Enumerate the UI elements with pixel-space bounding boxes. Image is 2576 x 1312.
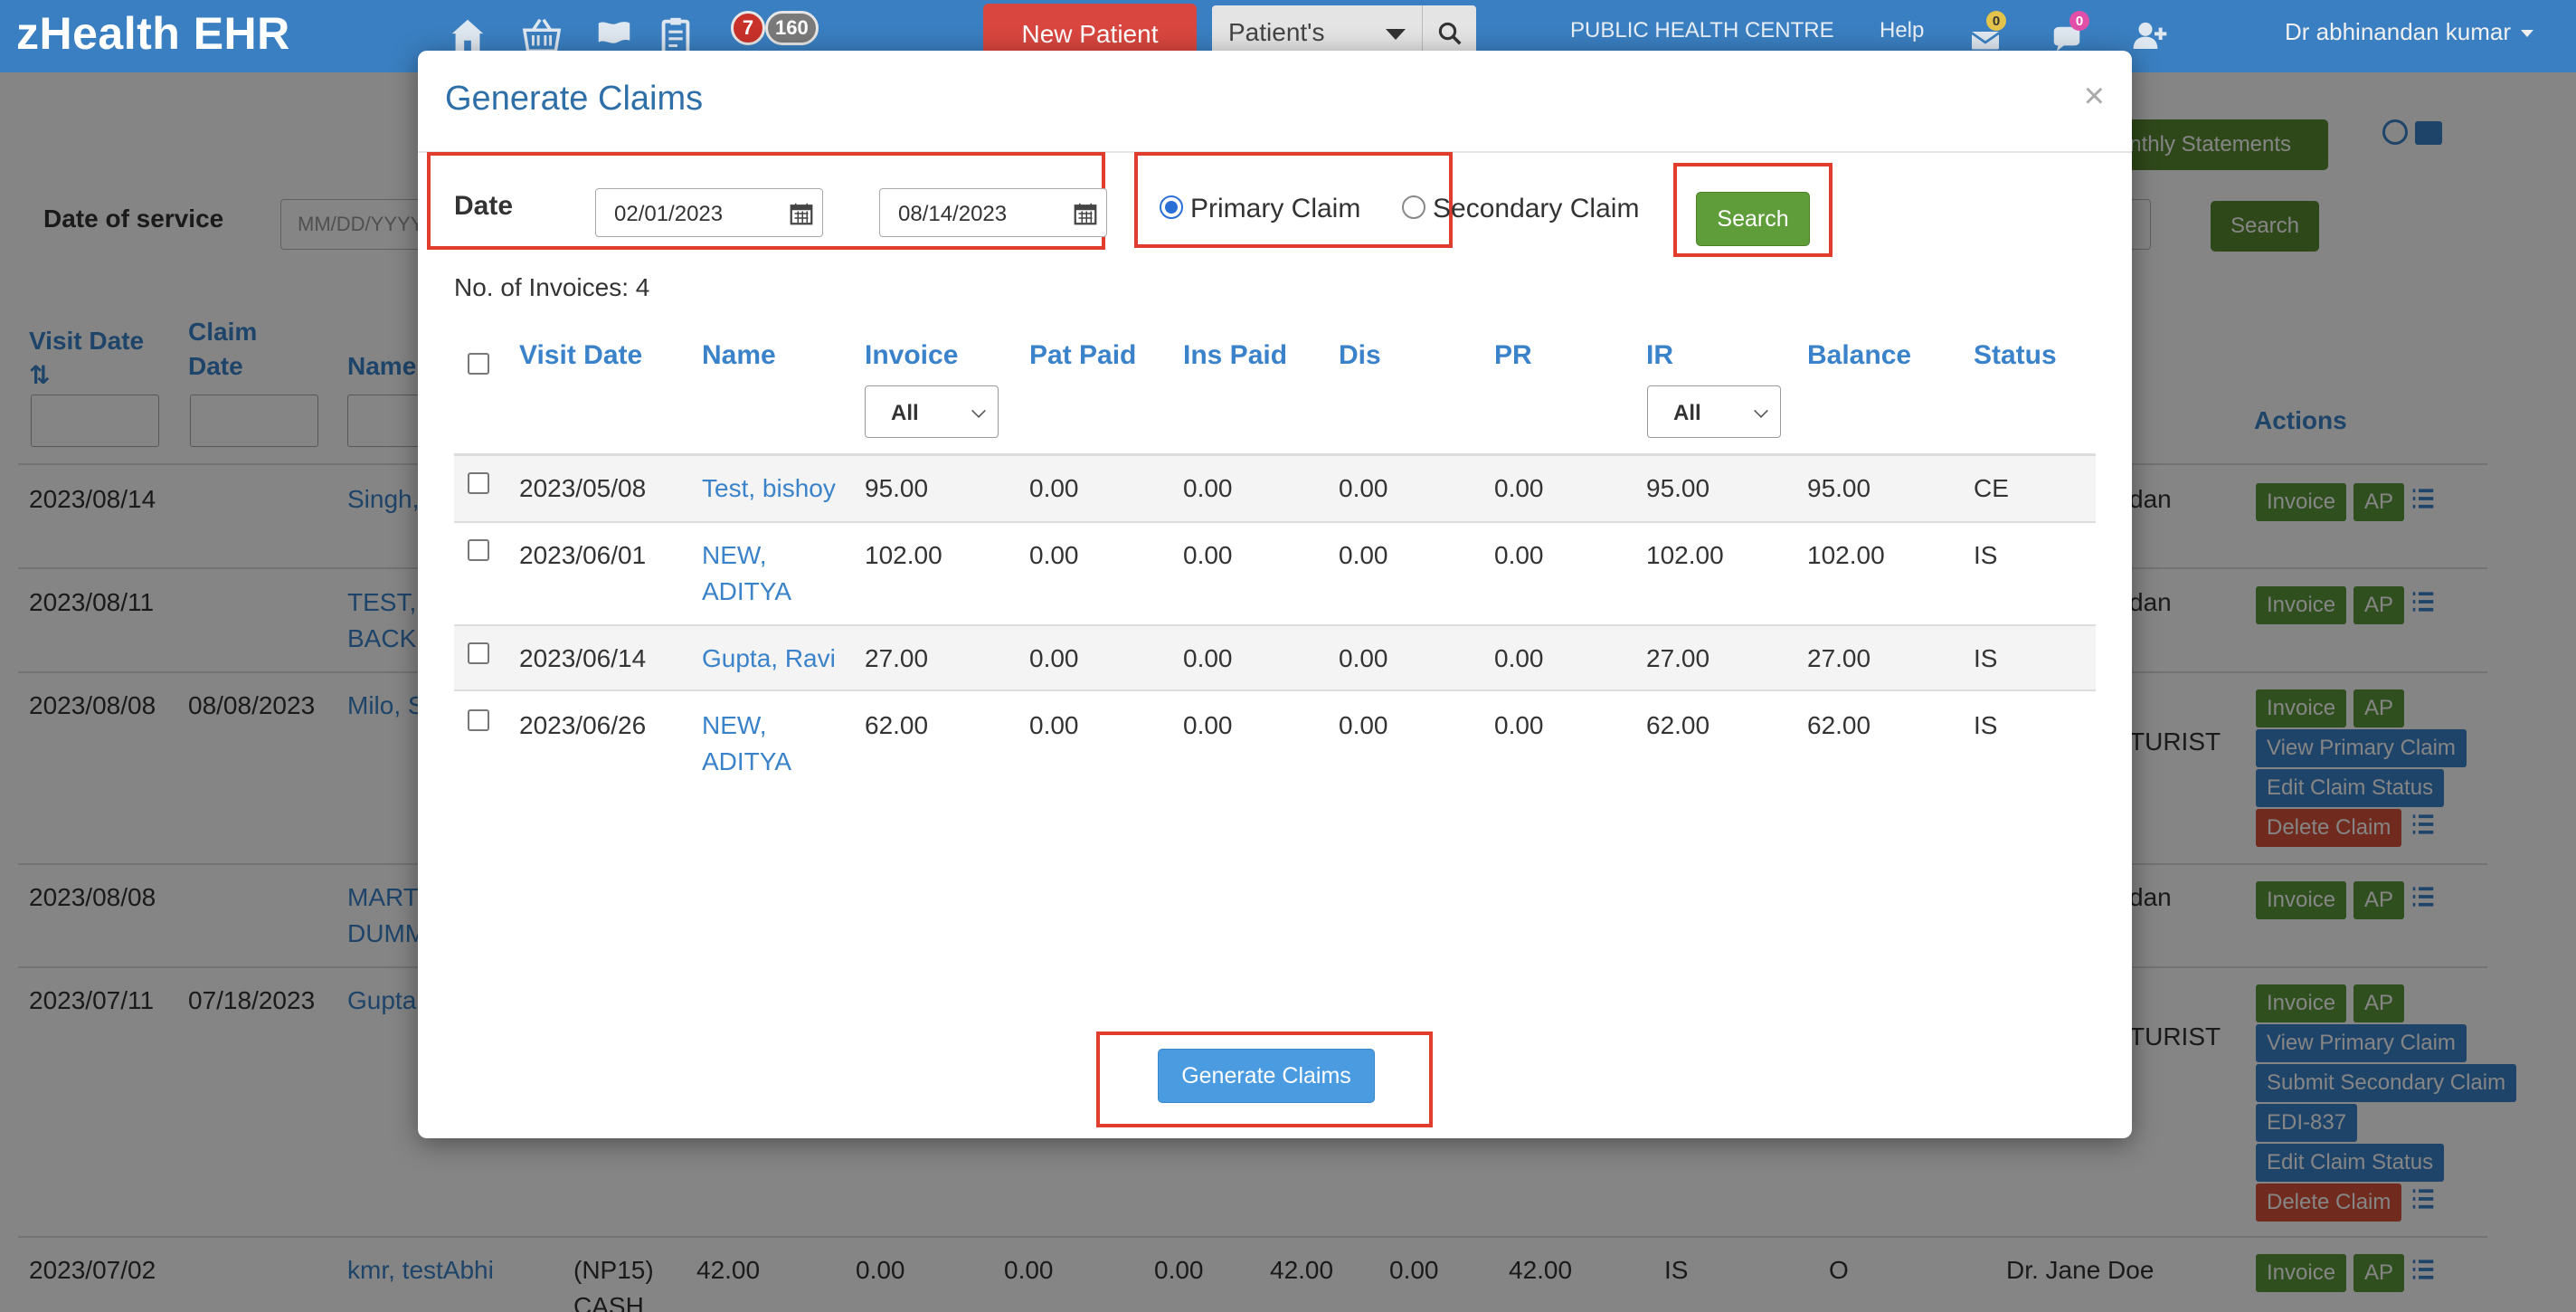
caret-down-icon (1386, 29, 1406, 40)
row-checkbox[interactable] (468, 709, 489, 731)
column-header-ins-paid[interactable]: Ins Paid (1183, 340, 1287, 371)
generate-claims-button[interactable]: Generate Claims (1158, 1049, 1375, 1103)
primary-claim-label[interactable]: Primary Claim (1190, 194, 1360, 224)
ir-filter-value: All (1673, 401, 1701, 425)
dis-cell: 0.00 (1339, 644, 1388, 672)
calendar-icon[interactable] (1072, 200, 1099, 227)
visit-date-cell: 2023/06/14 (519, 644, 647, 672)
select-all-checkbox[interactable] (468, 353, 489, 375)
pr-cell: 0.00 (1494, 644, 1544, 672)
invoice-count: No. of Invoices: 4 (454, 273, 650, 301)
pr-cell: 0.00 (1494, 711, 1544, 739)
row-checkbox[interactable] (468, 642, 489, 664)
dis-cell: 0.00 (1339, 711, 1388, 739)
date-label: Date (454, 191, 514, 221)
date-to-input[interactable]: 08/14/2023 (879, 188, 1107, 237)
ir-cell: 27.00 (1646, 644, 1710, 672)
date-to-value: 08/14/2023 (898, 202, 1008, 226)
column-header-dis[interactable]: Dis (1339, 340, 1381, 371)
balance-cell: 95.00 (1807, 474, 1871, 502)
invoice-cell: 102.00 (865, 541, 942, 569)
help-link[interactable]: Help (1880, 18, 1924, 43)
invoice-filter-select[interactable]: All (865, 385, 999, 438)
row-checkbox[interactable] (468, 472, 489, 494)
dis-cell: 0.00 (1339, 474, 1388, 502)
pr-cell: 0.00 (1494, 541, 1544, 569)
close-icon[interactable]: × (2084, 76, 2105, 117)
task-count-badge[interactable]: 160 (765, 11, 819, 45)
brand-logo[interactable]: zHealth EHR (16, 7, 290, 60)
search-button[interactable]: Search (1696, 192, 1810, 246)
row-divider (454, 624, 2096, 626)
alert-count-badge[interactable]: 7 (731, 11, 765, 45)
row-divider (454, 521, 2096, 523)
status-cell: CE (1974, 474, 2009, 502)
ins-paid-cell: 0.00 (1183, 644, 1233, 672)
patient-name-link[interactable]: NEW, ADITYA (702, 537, 791, 610)
chevron-down-icon (971, 404, 986, 418)
pr-cell: 0.00 (1494, 474, 1544, 502)
visit-date-cell: 2023/06/26 (519, 711, 647, 739)
ins-paid-cell: 0.00 (1183, 541, 1233, 569)
patient-name-line: ADITYA (702, 577, 792, 605)
secondary-claim-radio[interactable] (1402, 195, 1425, 219)
column-header-ir[interactable]: IR (1646, 340, 1673, 371)
balance-cell: 102.00 (1807, 541, 1885, 569)
patient-name-link[interactable]: NEW, ADITYA (702, 708, 791, 780)
patient-name-line: NEW, (702, 541, 767, 569)
primary-claim-radio[interactable] (1160, 195, 1183, 219)
balance-cell: 62.00 (1807, 711, 1871, 739)
column-header-pat-paid[interactable]: Pat Paid (1029, 340, 1136, 371)
pat-paid-cell: 0.00 (1029, 541, 1079, 569)
secondary-claim-label[interactable]: Secondary Claim (1433, 194, 1639, 224)
balance-cell: 27.00 (1807, 644, 1871, 672)
add-user-icon[interactable] (2126, 11, 2174, 60)
ir-filter-select[interactable]: All (1647, 385, 1781, 438)
user-name: Dr abhinandan kumar (2285, 18, 2512, 45)
row-divider (454, 689, 2096, 691)
chat-count-badge: 0 (2069, 11, 2089, 31)
patient-name-link[interactable]: Test, bishoy (702, 471, 836, 507)
modal-title: Generate Claims (445, 80, 704, 118)
pat-paid-cell: 0.00 (1029, 711, 1079, 739)
pat-paid-cell: 0.00 (1029, 644, 1079, 672)
pat-paid-cell: 0.00 (1029, 474, 1079, 502)
generate-claims-modal: Generate Claims × Date 02/01/2023 08/14/… (418, 51, 2132, 1138)
centre-name: PUBLIC HEALTH CENTRE (1570, 18, 1834, 43)
calendar-icon[interactable] (788, 200, 815, 227)
invoice-cell: 95.00 (865, 474, 929, 502)
visit-date-cell: 2023/06/01 (519, 541, 647, 569)
ir-cell: 102.00 (1646, 541, 1724, 569)
column-header-invoice[interactable]: Invoice (865, 340, 958, 371)
column-header-name[interactable]: Name (702, 340, 776, 371)
patient-name-link[interactable]: Gupta, Ravi (702, 641, 836, 677)
dis-cell: 0.00 (1339, 541, 1388, 569)
column-header-status[interactable]: Status (1974, 340, 2057, 371)
ir-cell: 62.00 (1646, 711, 1710, 739)
patient-type-value: Patient's (1228, 18, 1325, 46)
visit-date-cell: 2023/05/08 (519, 474, 647, 502)
ins-paid-cell: 0.00 (1183, 711, 1233, 739)
patient-name-line: ADITYA (702, 747, 792, 775)
invoice-cell: 27.00 (865, 644, 929, 672)
invoice-cell: 62.00 (865, 711, 929, 739)
caret-down-icon (2521, 30, 2534, 38)
user-menu[interactable]: Dr abhinandan kumar (2285, 18, 2534, 46)
invoice-filter-value: All (891, 401, 919, 425)
date-from-value: 02/01/2023 (614, 202, 724, 226)
message-count-badge: 0 (1986, 11, 2006, 31)
ins-paid-cell: 0.00 (1183, 474, 1233, 502)
status-cell: IS (1974, 644, 1998, 672)
date-from-input[interactable]: 02/01/2023 (595, 188, 823, 237)
column-header-pr[interactable]: PR (1494, 340, 1532, 371)
column-header-visit-date[interactable]: Visit Date (519, 340, 642, 371)
status-cell: IS (1974, 711, 1998, 739)
column-header-balance[interactable]: Balance (1807, 340, 1911, 371)
patient-name-line: NEW, (702, 711, 767, 739)
row-checkbox[interactable] (468, 539, 489, 561)
status-cell: IS (1974, 541, 1998, 569)
search-icon (1438, 22, 1461, 45)
ir-cell: 95.00 (1646, 474, 1710, 502)
chevron-down-icon (1754, 404, 1768, 418)
